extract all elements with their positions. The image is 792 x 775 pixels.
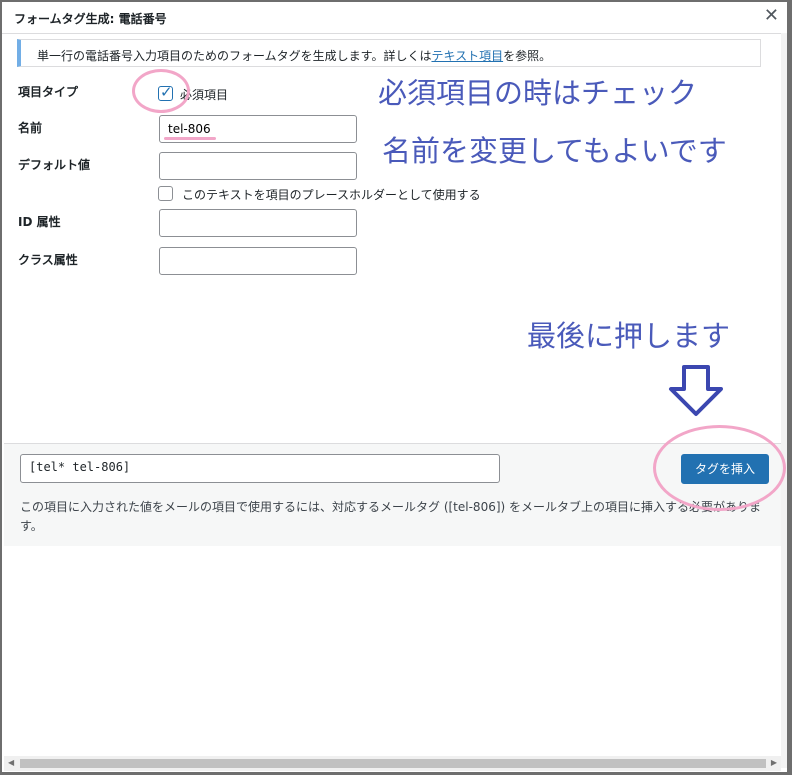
dialog-title: フォームタグ生成: 電話番号 bbox=[14, 12, 167, 26]
scroll-left-icon[interactable]: ◀ bbox=[8, 758, 14, 767]
tag-code-field[interactable]: [tel* tel-806] bbox=[20, 454, 500, 483]
annotation-press: 最後に押します bbox=[527, 319, 731, 353]
background-strip bbox=[781, 33, 787, 768]
class-attribute-input[interactable] bbox=[159, 247, 357, 275]
default-value-label: デフォルト値 bbox=[18, 158, 91, 172]
dialog-titlebar: フォームタグ生成: 電話番号 ✕ bbox=[2, 2, 787, 34]
class-attribute-label: クラス属性 bbox=[18, 253, 78, 267]
notice-text: 単一行の電話番号入力項目のためのフォームタグを生成します。詳しくはテキスト項目を… bbox=[37, 47, 551, 64]
scroll-thumb[interactable] bbox=[20, 759, 766, 768]
default-value-input[interactable] bbox=[159, 152, 357, 180]
name-label: 名前 bbox=[18, 121, 43, 135]
placeholder-checkbox[interactable] bbox=[158, 186, 173, 201]
annotation-required: 必須項目の時はチェック bbox=[378, 76, 698, 110]
info-notice: 単一行の電話番号入力項目のためのフォームタグを生成します。詳しくはテキスト項目を… bbox=[17, 39, 761, 67]
required-highlight-circle bbox=[132, 69, 190, 113]
insert-highlight-circle bbox=[653, 425, 786, 511]
scroll-right-icon[interactable]: ▶ bbox=[771, 758, 777, 767]
horizontal-scrollbar[interactable]: ◀ ▶ bbox=[4, 756, 781, 771]
close-icon[interactable]: ✕ bbox=[764, 5, 779, 26]
field-type-label: 項目タイプ bbox=[18, 85, 79, 99]
id-attribute-input[interactable] bbox=[159, 209, 357, 237]
notice-text-after: を参照。 bbox=[503, 49, 552, 63]
notice-text-before: 単一行の電話番号入力項目のためのフォームタグを生成します。詳しくは bbox=[37, 49, 432, 63]
id-attribute-label: ID 属性 bbox=[18, 215, 61, 229]
annotation-name: 名前を変更してもよいです bbox=[382, 134, 727, 168]
text-field-link[interactable]: テキスト項目 bbox=[431, 49, 503, 63]
mail-tag-note: この項目に入力された値をメールの項目で使用するには、対応するメールタグ ([te… bbox=[20, 500, 762, 533]
name-highlight-underline bbox=[164, 137, 216, 140]
down-arrow-icon bbox=[669, 365, 723, 416]
placeholder-label: このテキストを項目のプレースホルダーとして使用する bbox=[182, 188, 481, 202]
